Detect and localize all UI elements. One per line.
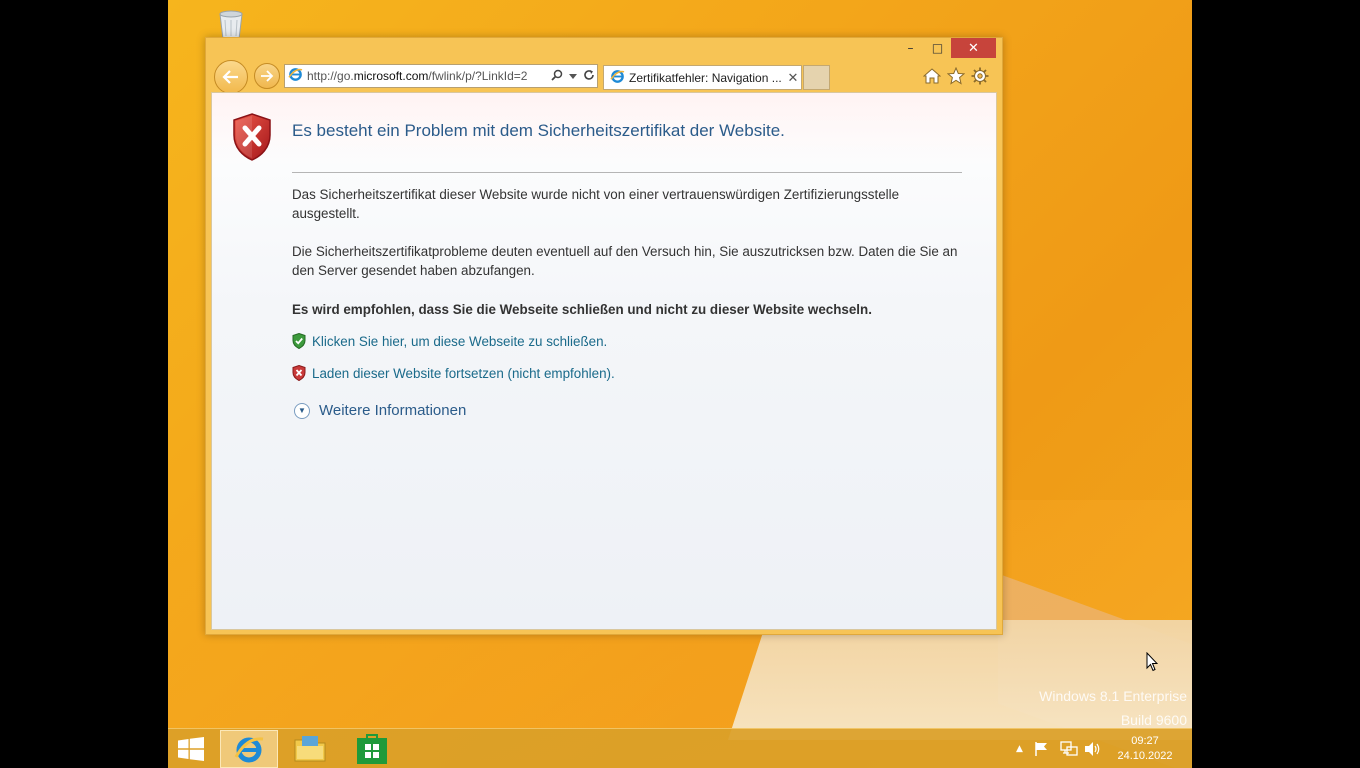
search-icon[interactable] — [549, 69, 565, 84]
continue-link-text[interactable]: Laden dieser Website fortsetzen (nicht e… — [312, 366, 615, 381]
desktop: Windows 8.1 Enterprise Build 9600 – □ ✕ … — [168, 0, 1192, 768]
green-shield-icon — [292, 333, 306, 349]
back-button[interactable] — [214, 60, 248, 94]
page-content: Es besteht ein Problem mit dem Sicherhei… — [211, 92, 997, 630]
new-tab-button[interactable] — [803, 65, 830, 90]
red-shield-icon — [292, 365, 306, 381]
network-icon[interactable] — [1060, 741, 1078, 757]
store-icon — [357, 734, 387, 764]
taskbar: ▲ 09:27 24.10.2022 — [168, 728, 1192, 768]
favorites-star-icon[interactable] — [946, 66, 966, 86]
internet-explorer-window: – □ ✕ http://go.microsoft.com/fwlink/p/?… — [205, 37, 1003, 635]
forward-button[interactable] — [254, 63, 280, 89]
tab-title: Zertifikatfehler: Navigation ... — [629, 70, 782, 85]
home-icon[interactable] — [922, 66, 942, 86]
address-url: http://go.microsoft.com/fwlink/p/?LinkId… — [307, 69, 528, 83]
start-button[interactable] — [178, 737, 204, 761]
browser-tab[interactable]: Zertifikatfehler: Navigation ... ✕ — [603, 65, 802, 90]
forward-arrow-icon — [261, 70, 274, 82]
recycle-bin-icon[interactable] — [214, 6, 248, 40]
clock-time: 09:27 — [1131, 735, 1159, 747]
minimize-button[interactable]: – — [897, 38, 924, 58]
refresh-icon[interactable] — [581, 69, 597, 84]
folder-icon — [294, 736, 326, 762]
page-title: Es besteht ein Problem mit dem Sicherhei… — [292, 121, 785, 140]
continue-to-website-link[interactable]: Laden dieser Website fortsetzen (nicht e… — [292, 365, 615, 381]
expand-chevron-icon: ▼ — [294, 402, 310, 419]
internet-explorer-icon — [234, 737, 264, 763]
watermark-edition: Windows 8.1 Enterprise — [1039, 688, 1187, 704]
taskbar-internet-explorer[interactable] — [220, 730, 278, 768]
ie-tab-icon — [610, 69, 625, 87]
window-controls: – □ ✕ — [897, 38, 996, 58]
windows-watermark: Windows 8.1 Enterprise Build 9600 — [1039, 684, 1187, 732]
more-information-text[interactable]: Weitere Informationen — [319, 402, 466, 419]
dropdown-arrow-icon[interactable] — [565, 69, 581, 83]
ie-page-icon — [288, 67, 303, 85]
back-arrow-icon — [222, 70, 238, 84]
mouse-cursor-icon — [1146, 651, 1159, 676]
system-clock[interactable]: 09:27 24.10.2022 — [1110, 734, 1180, 764]
taskbar-store[interactable] — [343, 730, 401, 768]
close-window-button[interactable]: ✕ — [951, 38, 996, 58]
close-page-link[interactable]: Klicken Sie hier, um diese Webseite zu s… — [292, 333, 607, 349]
warning-text: Die Sicherheitszertifikatprobleme deuten… — [292, 244, 958, 278]
address-bar[interactable]: http://go.microsoft.com/fwlink/p/?LinkId… — [284, 64, 598, 88]
volume-icon[interactable] — [1084, 741, 1102, 757]
action-center-flag-icon[interactable] — [1034, 741, 1050, 757]
show-hidden-icons-chevron-icon[interactable]: ▲ — [1016, 741, 1023, 757]
windows-logo-icon — [178, 737, 204, 761]
recommendation-text: Es wird empfohlen, dass Sie die Webseite… — [292, 302, 872, 317]
taskbar-file-explorer[interactable] — [281, 730, 339, 768]
clock-date: 24.10.2022 — [1117, 750, 1173, 762]
gear-icon[interactable] — [970, 66, 990, 86]
error-shield-icon — [232, 113, 272, 165]
tab-close-icon[interactable]: ✕ — [785, 70, 801, 86]
divider — [292, 172, 962, 173]
maximize-button[interactable]: □ — [924, 38, 951, 58]
close-page-link-text[interactable]: Klicken Sie hier, um diese Webseite zu s… — [312, 334, 607, 349]
more-information-toggle[interactable]: ▼ Weitere Informationen — [294, 402, 466, 419]
description-text: Das Sicherheitszertifikat dieser Website… — [292, 187, 900, 221]
